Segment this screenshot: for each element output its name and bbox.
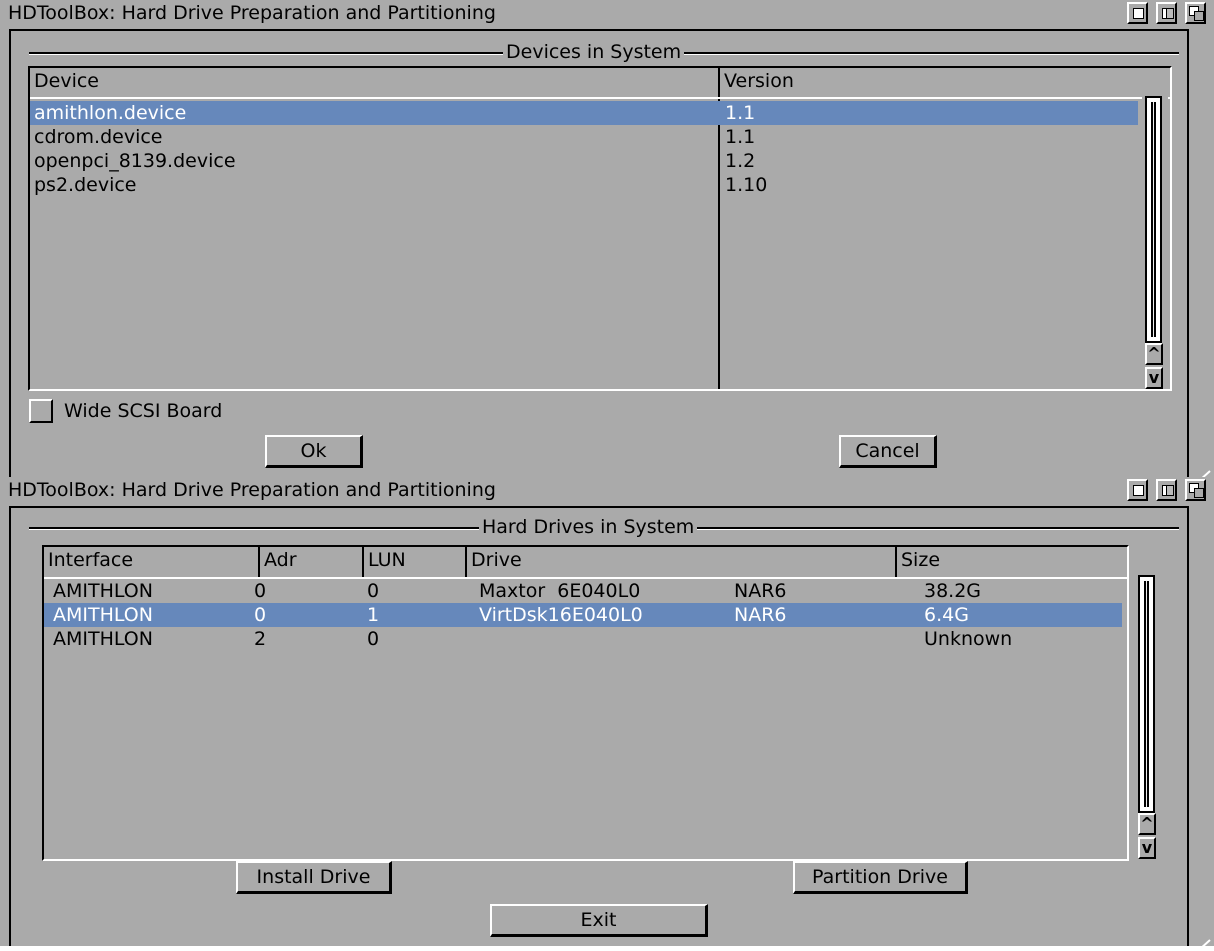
device-rows: amithlon.device 1.1 cdrom.device 1.1 ope…	[30, 101, 1138, 197]
device-name: ps2.device	[34, 174, 137, 196]
drive-name: VirtDsk16E040L0	[479, 604, 643, 626]
device-version: 1.1	[725, 102, 756, 124]
window-content: Devices in System Device Version amithlo…	[9, 29, 1187, 477]
hard-drives-window: HDToolBox: Hard Drive Preparation and Pa…	[0, 477, 1214, 946]
drive-size: 6.4G	[924, 604, 969, 626]
device-row[interactable]: ps2.device 1.10	[30, 173, 1138, 197]
iconify-icon[interactable]	[1127, 2, 1148, 24]
drive-revision: NAR6	[734, 580, 787, 602]
partition-drive-button[interactable]: Partition Drive	[793, 861, 968, 894]
exit-button[interactable]: Exit	[490, 904, 708, 937]
group-title: Hard Drives in System	[479, 516, 698, 538]
device-row[interactable]: cdrom.device 1.1	[30, 125, 1138, 149]
list-header: Interface Adr LUN Drive Size	[44, 547, 1127, 579]
window-title: HDToolBox: Hard Drive Preparation and Pa…	[8, 2, 496, 24]
title-bar[interactable]: HDToolBox: Hard Drive Preparation and Pa…	[0, 0, 1214, 28]
list-header: Device Version	[30, 68, 1170, 99]
device-name: cdrom.device	[34, 126, 163, 148]
drive-lun: 0	[367, 580, 380, 602]
zoom-icon[interactable]	[1156, 479, 1177, 501]
column-header-device[interactable]: Device	[30, 68, 720, 97]
window-content: Hard Drives in System Interface Adr LUN …	[9, 506, 1187, 946]
drive-adr: 0	[254, 604, 267, 626]
drive-name: Maxtor 6E040L0	[479, 580, 641, 602]
device-version: 1.2	[725, 150, 756, 172]
column-header-size[interactable]: Size	[897, 547, 1127, 577]
drive-lun: 1	[367, 604, 380, 626]
resize-grip-icon[interactable]	[1192, 926, 1212, 944]
group-title: Devices in System	[503, 41, 685, 63]
column-header-version[interactable]: Version	[720, 68, 1140, 97]
device-version: 1.1	[725, 126, 756, 148]
drive-size: 38.2G	[924, 580, 982, 602]
ok-button[interactable]: Ok	[265, 435, 363, 468]
drive-interface: AMITHLON	[53, 604, 153, 626]
drive-list[interactable]: Interface Adr LUN Drive Size AMITHLON 0 …	[42, 545, 1129, 861]
drive-lun: 0	[367, 628, 380, 650]
iconify-icon[interactable]	[1127, 479, 1148, 501]
drive-scrollbar[interactable]: ^ v	[1135, 575, 1161, 859]
depth-icon[interactable]	[1185, 2, 1206, 24]
device-name: amithlon.device	[34, 102, 187, 124]
drive-adr: 2	[254, 628, 267, 650]
scroll-track[interactable]	[1138, 575, 1155, 813]
device-list[interactable]: Device Version amithlon.device 1.1 cdrom…	[28, 66, 1172, 391]
drive-revision: NAR6	[734, 604, 787, 626]
drive-row[interactable]: AMITHLON 2 0 Unknown	[44, 627, 1122, 651]
device-scrollbar[interactable]: ^ v	[1142, 96, 1168, 389]
wide-scsi-checkbox[interactable]	[29, 399, 53, 423]
scroll-down-icon[interactable]: v	[1138, 837, 1156, 859]
wide-scsi-label: Wide SCSI Board	[64, 400, 223, 422]
scroll-track[interactable]	[1145, 96, 1162, 343]
device-row[interactable]: amithlon.device 1.1	[30, 101, 1138, 125]
drive-size: Unknown	[924, 628, 1013, 650]
zoom-icon[interactable]	[1156, 2, 1177, 24]
window-title: HDToolBox: Hard Drive Preparation and Pa…	[8, 479, 496, 501]
scroll-up-icon[interactable]: ^	[1138, 813, 1156, 835]
drive-adr: 0	[254, 580, 267, 602]
column-header-lun[interactable]: LUN	[364, 547, 467, 577]
depth-icon[interactable]	[1185, 479, 1206, 501]
window-right-border	[1187, 506, 1214, 946]
title-bar[interactable]: HDToolBox: Hard Drive Preparation and Pa…	[0, 477, 1214, 505]
window-right-border	[1187, 29, 1214, 477]
device-version: 1.10	[725, 174, 768, 196]
device-row[interactable]: openpci_8139.device 1.2	[30, 149, 1138, 173]
column-header-adr[interactable]: Adr	[260, 547, 364, 577]
scroll-down-icon[interactable]: v	[1145, 367, 1163, 389]
resize-grip-icon[interactable]	[1192, 457, 1212, 475]
drive-row[interactable]: AMITHLON 0 1 VirtDsk16E040L0 NAR6 6.4G	[44, 603, 1122, 627]
devices-window: HDToolBox: Hard Drive Preparation and Pa…	[0, 0, 1214, 477]
scroll-up-icon[interactable]: ^	[1145, 343, 1163, 365]
drive-interface: AMITHLON	[53, 628, 153, 650]
device-name: openpci_8139.device	[34, 150, 236, 172]
drive-row[interactable]: AMITHLON 0 0 Maxtor 6E040L0 NAR6 38.2G	[44, 579, 1122, 603]
column-header-drive[interactable]: Drive	[467, 547, 897, 577]
drive-interface: AMITHLON	[53, 580, 153, 602]
drive-rows: AMITHLON 0 0 Maxtor 6E040L0 NAR6 38.2G A…	[44, 579, 1122, 651]
column-header-interface[interactable]: Interface	[44, 547, 260, 577]
cancel-button[interactable]: Cancel	[839, 435, 937, 468]
install-drive-button[interactable]: Install Drive	[236, 861, 392, 894]
